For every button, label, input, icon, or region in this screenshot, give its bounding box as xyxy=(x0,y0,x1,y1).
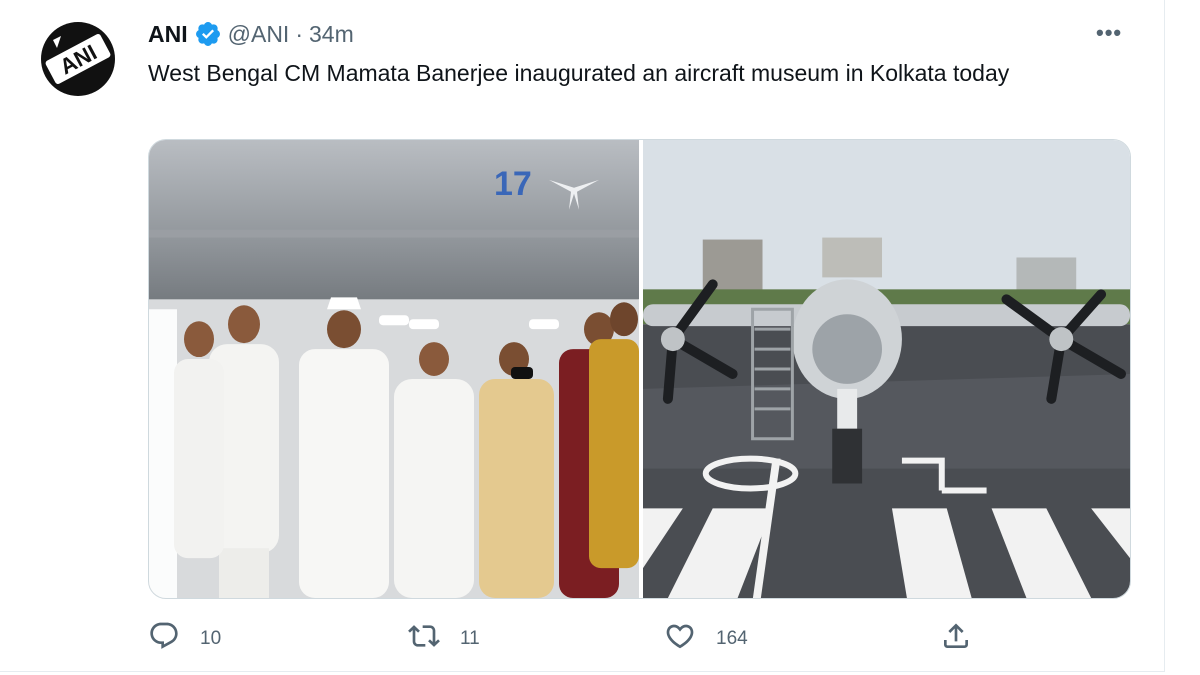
reply-button[interactable]: 10 xyxy=(148,620,221,658)
timestamp[interactable]: 34m xyxy=(309,21,354,48)
author-handle[interactable]: @ANI xyxy=(228,21,290,48)
separator: · xyxy=(295,20,303,47)
aircraft-number: 17 xyxy=(494,165,532,203)
reply-icon xyxy=(148,620,180,658)
author-name[interactable]: ANI xyxy=(148,21,188,48)
like-count: 164 xyxy=(716,628,748,649)
tweet-header: ANI @ANI · 34m xyxy=(148,20,354,48)
tweet-text: West Bengal CM Mamata Banerjee inaugurat… xyxy=(148,60,1010,86)
retweet-icon xyxy=(408,620,440,658)
like-button[interactable]: 164 xyxy=(664,620,748,658)
like-icon xyxy=(664,620,696,658)
retweet-button[interactable]: 11 xyxy=(408,620,480,658)
photo-aircraft[interactable]: 0 1 xyxy=(643,140,1130,598)
more-icon[interactable]: ••• xyxy=(1096,20,1122,46)
retweet-count: 11 xyxy=(460,628,480,649)
verified-badge-icon xyxy=(194,20,222,48)
reply-count: 10 xyxy=(200,628,222,649)
photo-inauguration[interactable]: 17 xyxy=(149,140,639,598)
share-button[interactable] xyxy=(940,620,972,658)
share-icon xyxy=(940,620,972,658)
tweet-media[interactable]: 17 xyxy=(148,139,1131,599)
tweet-card[interactable]: ANI ANI @ANI · 34m ••• West Bengal CM Ma… xyxy=(0,0,1165,672)
avatar[interactable]: ANI xyxy=(31,22,125,96)
tweet-actions: 10 11 164 xyxy=(148,620,978,652)
